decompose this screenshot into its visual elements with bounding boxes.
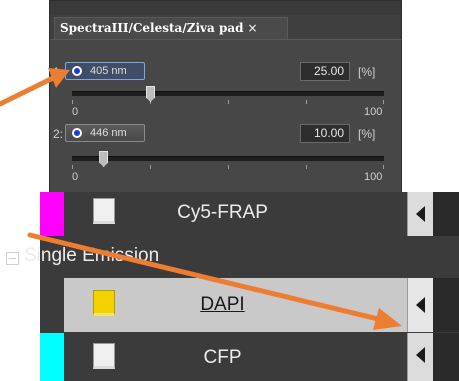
arrow-to-laser-pad (0, 68, 70, 107)
annotation-arrows (0, 68, 402, 330)
arrow-to-dapi-expand (27, 232, 402, 330)
